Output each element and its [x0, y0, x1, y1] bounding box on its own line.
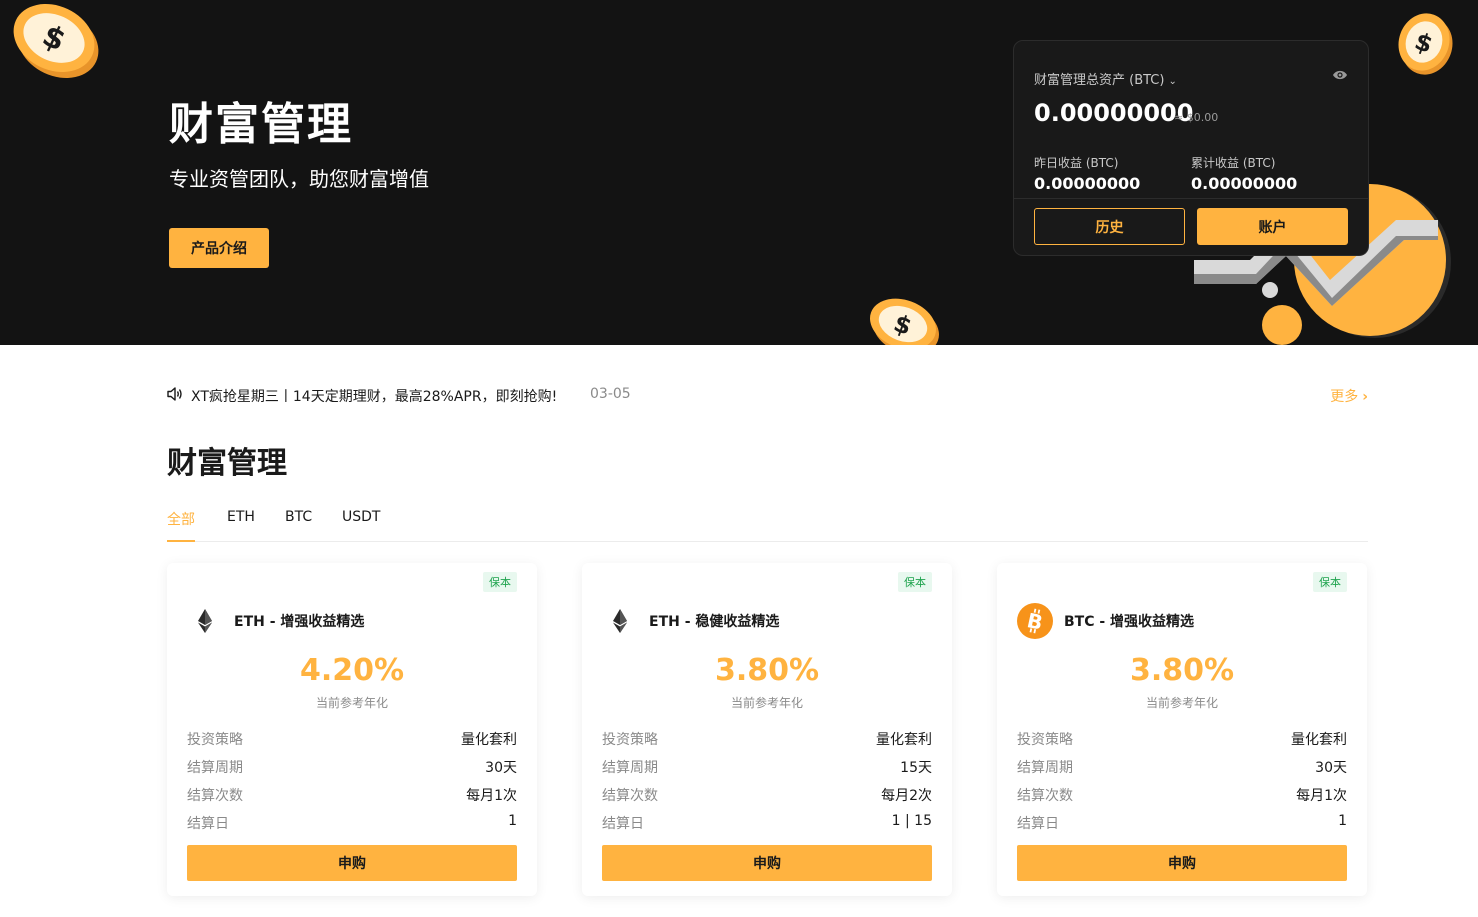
detail-value: 每月1次 [1296, 788, 1347, 804]
detail-key: 结算日 [602, 816, 644, 832]
product-card: 保本 ETH - 增强收益精选 4.20% 当前参考年化 投资策略 量化套利 结算… [167, 563, 537, 896]
btc-icon: B [1017, 603, 1053, 639]
dollar-coin-icon: $ [870, 298, 939, 345]
detail-row: 结算周期 15天 [602, 757, 932, 777]
tab-eth[interactable]: ETH [227, 509, 255, 542]
chevron-right-icon: › [1362, 389, 1368, 405]
detail-key: 投资策略 [1017, 732, 1073, 748]
detail-key: 结算次数 [187, 788, 243, 804]
detail-value: 30天 [485, 760, 517, 776]
cumulative-earnings-label: 累计收益 (BTC) [1191, 156, 1276, 170]
dollar-coin-icon: $ [1398, 13, 1453, 75]
eth-icon [613, 609, 627, 633]
detail-row: 结算日 1 [1017, 813, 1347, 833]
product-intro-button[interactable]: 产品介绍 [169, 228, 269, 268]
speaker-icon [167, 387, 182, 401]
detail-value: 1 [508, 813, 517, 829]
eth-icon [198, 609, 212, 633]
currency-tabs: 全部 ETH BTC USDT [167, 508, 1368, 542]
product-name: ETH - 增强收益精选 [234, 614, 365, 630]
yesterday-earnings-value: 0.00000000 [1034, 174, 1141, 193]
asset-summary-card: 财富管理总资产 (BTC) ⌄ 0.00000000 ≈ $0.00 昨日收益 (… [1013, 40, 1369, 256]
detail-key: 投资策略 [187, 732, 243, 748]
account-button[interactable]: 账户 [1197, 208, 1348, 245]
detail-key: 结算周期 [187, 760, 243, 776]
cumulative-earnings-value: 0.00000000 [1191, 174, 1298, 193]
detail-value: 1 | 15 [891, 813, 932, 829]
apr-label: 当前参考年化 [730, 696, 803, 710]
detail-row: 结算日 1 [187, 813, 517, 833]
detail-row: 结算次数 每月1次 [1017, 785, 1347, 805]
subscribe-button[interactable]: 申购 [187, 845, 517, 881]
divider [1014, 198, 1368, 199]
detail-row: 结算次数 每月2次 [602, 785, 932, 805]
detail-row: 结算周期 30天 [1017, 757, 1347, 777]
announcement-date: 03-05 [590, 386, 631, 402]
detail-key: 结算次数 [1017, 788, 1073, 804]
total-assets-dropdown[interactable]: 财富管理总资产 (BTC) ⌄ [1034, 69, 1177, 88]
principal-protected-badge: 保本 [1313, 572, 1347, 592]
total-assets-usd: ≈ $0.00 [1174, 111, 1219, 124]
detail-value: 30天 [1315, 760, 1347, 776]
detail-row: 结算周期 30天 [187, 757, 517, 777]
detail-key: 结算次数 [602, 788, 658, 804]
apr-value: 4.20% [299, 653, 405, 688]
detail-value: 每月1次 [466, 788, 517, 804]
dollar-coin-icon: $ [13, 3, 99, 79]
principal-protected-badge: 保本 [898, 572, 932, 592]
product-card: 保本 ETH - 稳健收益精选 3.80% 当前参考年化 投资策略 量化套利 结算… [582, 563, 952, 896]
more-label: 更多 [1330, 389, 1359, 405]
detail-row: 投资策略 量化套利 [602, 729, 932, 749]
detail-value: 量化套利 [876, 732, 932, 748]
detail-key: 投资策略 [602, 732, 658, 748]
chevron-down-icon: ⌄ [1168, 76, 1177, 87]
tab-all[interactable]: 全部 [167, 509, 195, 542]
product-card: 保本 B BTC - 增强收益精选 3.80% 当前参考年化 投资策略 量化套利 … [997, 563, 1367, 896]
tab-btc[interactable]: BTC [285, 509, 312, 542]
principal-protected-badge: 保本 [483, 572, 517, 592]
detail-key: 结算日 [187, 816, 229, 832]
detail-row: 结算次数 每月1次 [187, 785, 517, 805]
apr-value: 3.80% [714, 653, 820, 688]
hero-subtitle: 专业资管团队，助您财富增值 [169, 167, 429, 191]
section-title: 财富管理 [167, 446, 287, 481]
detail-row: 投资策略 量化套利 [1017, 729, 1347, 749]
detail-value: 每月2次 [881, 788, 932, 804]
apr-label: 当前参考年化 [1145, 696, 1218, 710]
apr-label: 当前参考年化 [315, 696, 388, 710]
detail-key: 结算日 [1017, 816, 1059, 832]
detail-value: 量化套利 [461, 732, 517, 748]
product-name: BTC - 增强收益精选 [1064, 614, 1195, 630]
detail-row: 投资策略 量化套利 [187, 729, 517, 749]
detail-value: 量化套利 [1291, 732, 1347, 748]
apr-value: 3.80% [1129, 653, 1235, 688]
detail-value: 15天 [900, 760, 932, 776]
tab-usdt[interactable]: USDT [342, 509, 380, 542]
announcement-bar: XT疯抢星期三丨14天定期理财，最高28%APR，即刻抢购! 03-05 更多 › [167, 385, 1368, 405]
eye-icon[interactable] [1332, 69, 1348, 81]
yesterday-earnings-label: 昨日收益 (BTC) [1034, 156, 1119, 170]
product-name: ETH - 稳健收益精选 [649, 614, 780, 630]
hero-title: 财富管理 [169, 99, 353, 150]
total-assets-value: 0.00000000 [1034, 99, 1194, 127]
announcement-link[interactable]: XT疯抢星期三丨14天定期理财，最高28%APR，即刻抢购! [191, 386, 557, 406]
detail-key: 结算周期 [1017, 760, 1073, 776]
subscribe-button[interactable]: 申购 [1017, 845, 1347, 881]
subscribe-button[interactable]: 申购 [602, 845, 932, 881]
detail-value: 1 [1338, 813, 1347, 829]
detail-row: 结算日 1 | 15 [602, 813, 932, 833]
hero-banner: $ $ $ 财富管理 专业资管团队，助您财富增值 产品介绍 财富管理总资产 (B… [0, 0, 1478, 345]
history-button[interactable]: 历史 [1034, 208, 1185, 245]
total-assets-label: 财富管理总资产 (BTC) [1034, 73, 1165, 88]
more-link[interactable]: 更多 › [1330, 386, 1368, 406]
detail-key: 结算周期 [602, 760, 658, 776]
